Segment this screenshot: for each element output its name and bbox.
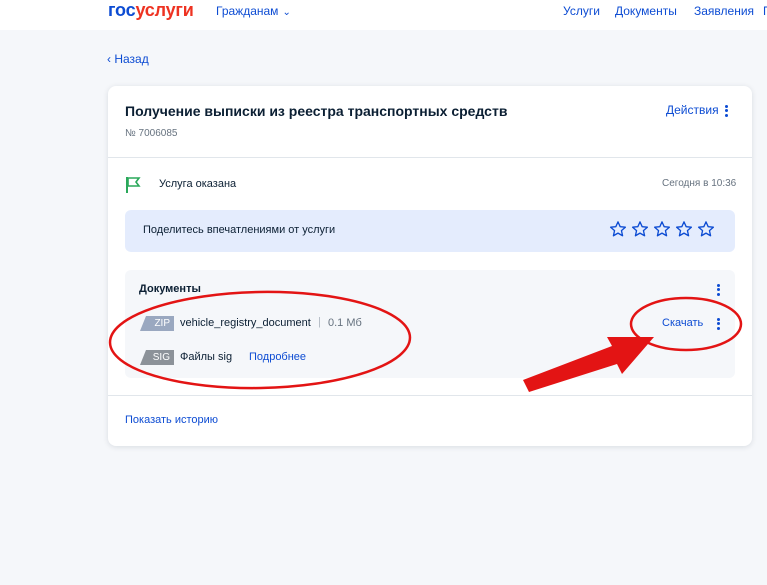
nav-applications[interactable]: Заявления [694,4,754,18]
status-text: Услуга оказана [159,178,237,190]
download-button[interactable]: Скачать [662,317,703,329]
divider [108,395,752,396]
order-number: № 7006085 [125,128,178,139]
actions-label: Действия [666,103,719,117]
kebab-icon[interactable] [717,316,721,331]
sig-files-label: Файлы sig [180,351,233,363]
back-label: Назад [114,52,149,66]
kebab-icon[interactable] [717,282,721,297]
nav-documents[interactable]: Документы [615,4,677,18]
sig-file-badge: SIG [140,350,174,365]
page-title: Получение выписки из реестра транспортны… [125,103,508,119]
zip-file-badge: ZIP [140,316,174,331]
star-icon[interactable] [609,220,627,238]
gosuslugi-logo[interactable]: госуслуги [108,0,194,21]
star-icon[interactable] [697,220,715,238]
flag-icon [126,177,141,193]
service-card [108,86,752,446]
file-separator: | [318,316,321,328]
citizens-menu-label: Гражданам [216,4,279,18]
nav-more-truncated[interactable]: П [763,4,767,18]
star-icon[interactable] [631,220,649,238]
kebab-icon[interactable] [725,103,729,118]
show-history-link[interactable]: Показать историю [125,414,218,426]
nav-services[interactable]: Услуги [563,4,600,18]
actions-button[interactable]: Действия [666,103,719,117]
citizens-menu[interactable]: Гражданам ⌄ [216,4,291,18]
star-icon[interactable] [653,220,671,238]
file-name[interactable]: vehicle_registry_document [180,317,311,329]
chevron-left-icon: ‹ [107,52,111,66]
rating-stars [609,220,719,243]
chevron-down-icon: ⌄ [282,7,291,18]
more-details-link[interactable]: Подробнее [249,351,306,363]
back-link[interactable]: ‹ Назад [107,52,149,66]
divider [108,157,752,158]
star-icon[interactable] [675,220,693,238]
status-time: Сегодня в 10:36 [662,178,737,189]
documents-title: Документы [139,283,201,295]
file-size: 0.1 Мб [328,317,362,329]
top-header: госуслуги Гражданам ⌄ Услуги Документы За… [0,0,767,30]
feedback-label: Поделитесь впечатлениями от услуги [143,224,336,236]
